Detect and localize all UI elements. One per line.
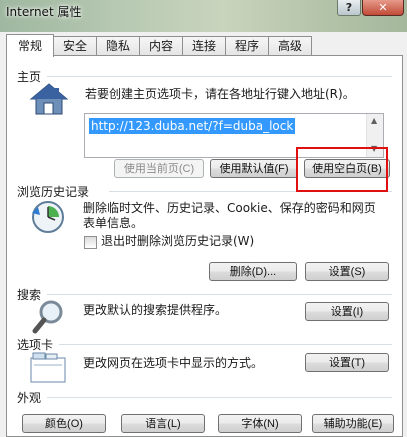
tabbed-window-icon: [30, 352, 66, 383]
tabs-description: 更改网页在选项卡中显示的方式。: [83, 356, 264, 370]
tab-privacy[interactable]: 隐私: [96, 36, 140, 56]
tabs-settings-button[interactable]: 设置(T): [305, 353, 389, 372]
history-description-line2: 表单信息。: [83, 216, 144, 230]
search-description: 更改默认的搜索提供程序。: [83, 303, 228, 317]
delete-history-button[interactable]: 删除(D)...: [209, 262, 297, 281]
appearance-divider: [47, 397, 392, 398]
home-url-text: http://123.duba.net/?f=duba_lock: [89, 118, 296, 134]
languages-button[interactable]: 语言(L): [121, 414, 205, 433]
tabs-divider: [59, 344, 392, 345]
tab-advanced[interactable]: 高级: [268, 36, 312, 56]
delete-on-exit-checkbox[interactable]: [84, 236, 97, 249]
home-divider: [47, 76, 392, 77]
history-section-title: 浏览历史记录: [17, 185, 90, 199]
scroll-up-icon[interactable]: ▲: [371, 116, 377, 125]
accessibility-button[interactable]: 辅助功能(E): [312, 414, 394, 433]
house-icon: [29, 83, 69, 115]
use-current-button[interactable]: 使用当前页(C): [114, 159, 204, 178]
window-title: Internet 属性: [6, 5, 82, 19]
search-settings-button[interactable]: 设置(I): [305, 302, 389, 321]
tab-security[interactable]: 安全: [53, 36, 97, 56]
history-clock-icon: [32, 201, 64, 233]
appearance-section-title: 外观: [17, 391, 42, 405]
colors-button[interactable]: 颜色(O): [22, 414, 106, 433]
delete-on-exit-label[interactable]: 退出时删除浏览历史记录(W): [101, 234, 254, 249]
tab-connections[interactable]: 连接: [182, 36, 226, 56]
search-divider: [47, 294, 392, 295]
history-settings-button[interactable]: 设置(S): [305, 262, 389, 281]
home-description: 若要创建主页选项卡，请在各地址行键入地址(R)。: [85, 87, 355, 101]
history-description-line1: 删除临时文件、历史记录、Cookie、保存的密码和网页: [83, 201, 376, 215]
magnifier-icon: [32, 300, 63, 334]
tab-programs[interactable]: 程序: [225, 36, 269, 56]
help-button[interactable]: ?: [337, 0, 361, 16]
close-button[interactable]: ✕: [362, 0, 404, 16]
tab-content[interactable]: 内容: [139, 36, 183, 56]
title-bar: Internet 属性 ? ✕: [0, 0, 407, 32]
fonts-button[interactable]: 字体(N): [218, 414, 302, 433]
highlight-box: [296, 147, 388, 192]
use-default-button[interactable]: 使用默认值(F): [210, 159, 298, 178]
general-panel: 主页 若要创建主页选项卡，请在各地址行键入地址(R)。 http://123.d…: [6, 55, 403, 437]
tab-general[interactable]: 常规: [6, 34, 54, 57]
